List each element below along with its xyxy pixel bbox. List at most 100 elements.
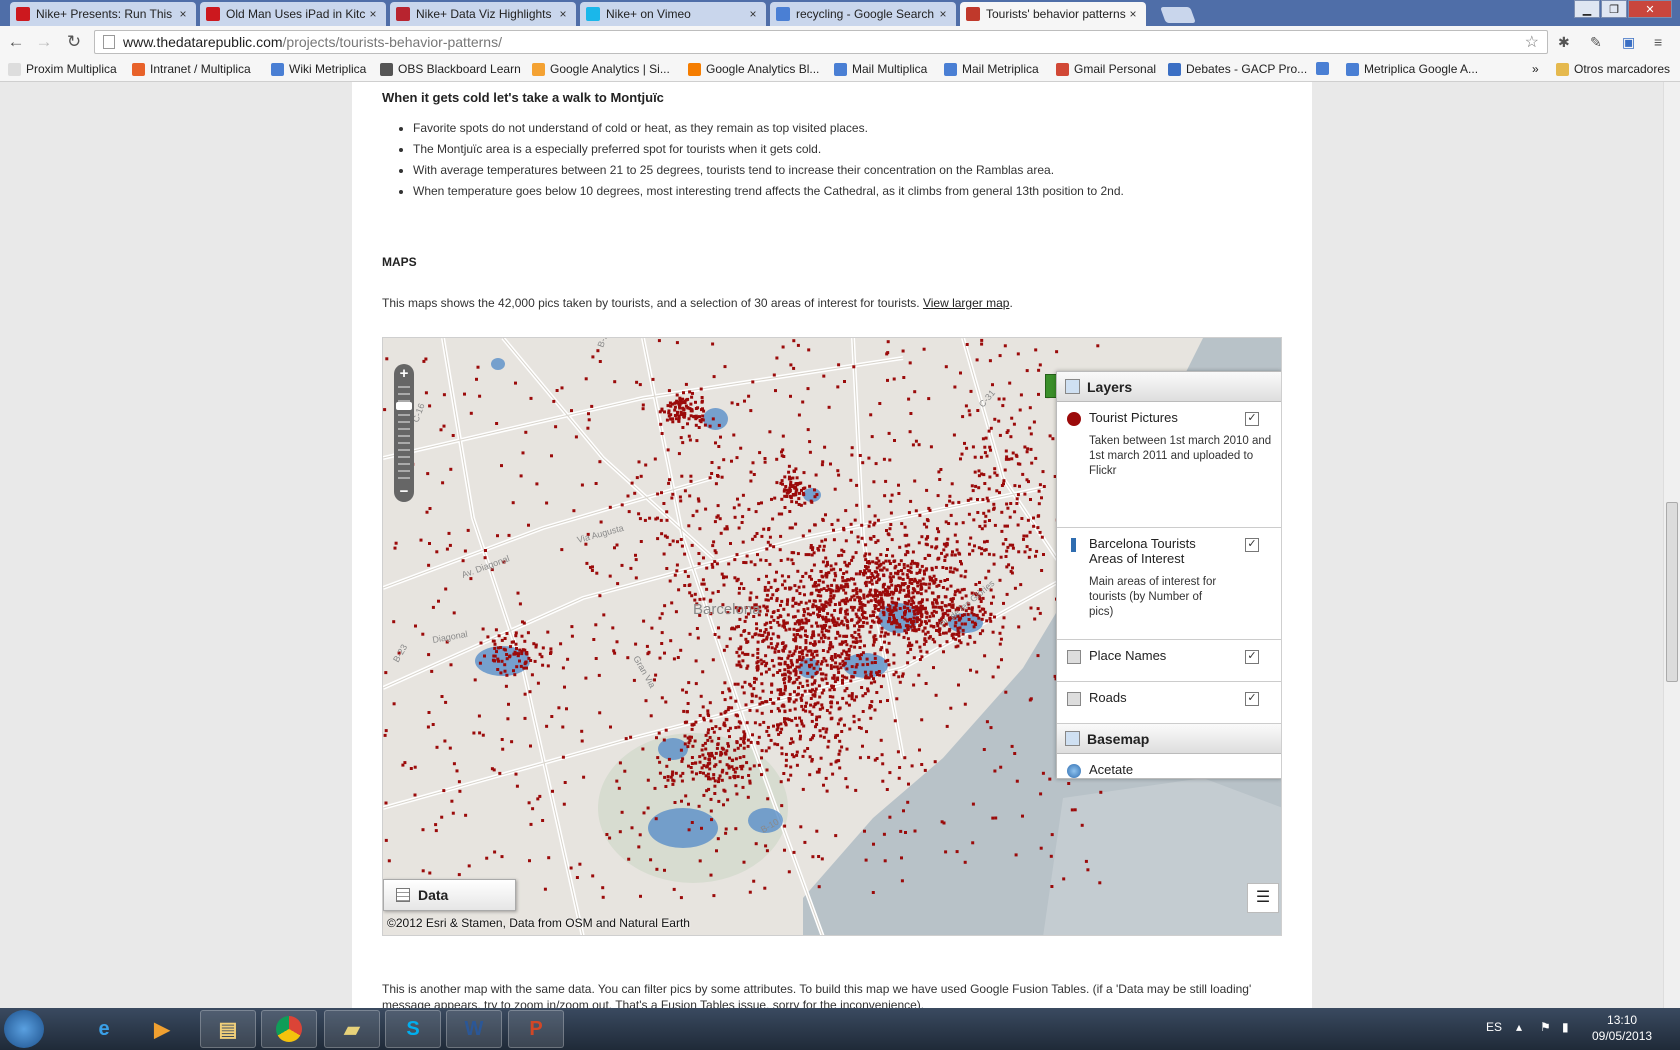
photo-dot [1027, 555, 1031, 559]
tourist-pictures-map[interactable]: Barcelona Via Augusta Av. Diagonal Diagonal… [382, 337, 1282, 936]
photo-dot [796, 692, 800, 696]
photo-dot [764, 654, 768, 658]
photo-dot [860, 686, 864, 689]
skype-icon[interactable]: S [385, 1010, 441, 1048]
maximize-button[interactable]: ❐ [1601, 0, 1627, 18]
scrollbar[interactable] [1663, 82, 1680, 1008]
extension-icon[interactable]: ✎ [1590, 34, 1602, 51]
photo-dot [722, 583, 726, 587]
photo-dot [720, 770, 724, 774]
new-tab-button[interactable] [1160, 7, 1196, 23]
bookmark-item[interactable]: Mail Metriplica [944, 62, 1039, 76]
internet-explorer-icon[interactable]: e [76, 1010, 132, 1048]
bookmark-item[interactable]: Proxim Multiplica [8, 62, 117, 76]
bookmark-item[interactable]: Gmail Personal [1056, 62, 1156, 76]
photo-dot [887, 586, 891, 589]
tab-close-icon[interactable]: × [936, 7, 950, 21]
bookmark-item[interactable]: Wiki Metriplica [271, 62, 366, 76]
layer-checkbox[interactable]: ✓ [1245, 538, 1259, 552]
tray-expand-icon[interactable]: ▴ [1516, 1020, 1522, 1034]
photo-dot [829, 717, 833, 721]
word-icon[interactable]: W [446, 1010, 502, 1048]
basemap-acetate[interactable]: Acetate [1057, 754, 1281, 794]
zoom-out-button[interactable]: − [394, 483, 414, 501]
photo-dot [916, 612, 920, 615]
powerpoint-icon[interactable]: P [508, 1010, 564, 1048]
tab-close-icon[interactable]: × [366, 7, 380, 21]
minimize-button[interactable]: ▁ [1574, 0, 1600, 18]
start-button[interactable] [4, 1010, 44, 1048]
other-bookmarks-label: Otros marcadores [1574, 62, 1671, 76]
photo-dot [752, 473, 756, 476]
bookmark-item[interactable]: Google Analytics Bl... [688, 62, 819, 76]
bookmark-item[interactable]: Intranet / Multiplica [132, 62, 251, 76]
browser-tab[interactable]: Tourists' behavior patterns × [960, 2, 1146, 26]
browser-tab[interactable]: Nike+ Presents: Run This ! × [10, 2, 196, 26]
photo-dot [812, 611, 815, 615]
action-center-icon[interactable]: ⚑ [1540, 1020, 1551, 1034]
photo-dot [613, 546, 616, 550]
browser-tab[interactable]: Nike+ on Vimeo × [580, 2, 766, 26]
findings-list: Favorite spots do not understand of cold… [385, 118, 1124, 202]
tab-close-icon[interactable]: × [176, 7, 190, 21]
bookmarks-overflow[interactable]: » [1532, 62, 1539, 76]
photo-dot [829, 762, 833, 766]
tab-close-icon[interactable]: × [746, 7, 760, 21]
legend-list-icon[interactable]: ☰ [1247, 883, 1279, 913]
menu-icon[interactable]: ≡ [1654, 34, 1662, 50]
layer-checkbox[interactable]: ✓ [1245, 650, 1259, 664]
bookmark-item[interactable]: Mail Multiplica [834, 62, 927, 76]
language-indicator[interactable]: ES [1486, 1020, 1502, 1034]
scrollbar-thumb[interactable] [1666, 502, 1678, 682]
photo-dot [919, 649, 923, 653]
browser-tab[interactable]: recycling - Google Search × [770, 2, 956, 26]
photo-dot [799, 671, 803, 675]
system-clock[interactable]: 13:10 09/05/2013 [1592, 1012, 1652, 1044]
back-icon[interactable]: ← [6, 32, 26, 52]
photo-dot [830, 613, 834, 617]
address-bar[interactable]: www.thedatarepublic.com/projects/tourist… [94, 30, 1548, 54]
photo-dot [529, 396, 533, 400]
photo-dot [820, 691, 824, 695]
photo-dot [949, 706, 953, 710]
photo-dot [905, 573, 909, 577]
data-button[interactable]: Data [383, 879, 516, 911]
zoom-slider-handle[interactable] [396, 402, 412, 410]
layer-checkbox[interactable]: ✓ [1245, 692, 1259, 706]
photo-dot [833, 609, 837, 612]
bookmark-star-icon[interactable]: ☆ [1525, 32, 1539, 52]
extension-icon[interactable]: ✱ [1558, 34, 1570, 51]
browser-tab[interactable]: Nike+ Data Viz Highlights × [390, 2, 576, 26]
browser-tab[interactable]: Old Man Uses iPad in Kitc × [200, 2, 386, 26]
photo-dot [729, 696, 733, 700]
bookmark-item[interactable]: Google Analytics | Si... [532, 62, 670, 76]
photo-dot [824, 629, 828, 633]
file-explorer-icon[interactable]: ▤ [200, 1010, 256, 1048]
tab-close-icon[interactable]: × [1126, 7, 1140, 21]
photo-dot [832, 665, 836, 669]
photo-dot [865, 657, 869, 661]
photo-dot [741, 651, 745, 655]
photo-dot [897, 675, 901, 679]
view-larger-map-link[interactable]: View larger map [923, 296, 1009, 310]
forward-icon[interactable]: → [34, 32, 54, 52]
zoom-in-button[interactable]: + [394, 365, 414, 383]
bookmark-item[interactable]: Debates - GACP Pro... [1168, 62, 1307, 76]
basemap-header[interactable]: Basemap [1057, 724, 1281, 754]
power-icon[interactable]: ▮ [1562, 1020, 1569, 1034]
tab-close-icon[interactable]: × [556, 7, 570, 21]
bookmark-item[interactable]: OBS Blackboard Learn [380, 62, 521, 76]
photo-dot [897, 492, 901, 495]
sticky-notes-icon[interactable]: ▰ [324, 1010, 380, 1048]
extension-icon[interactable]: ▣ [1622, 34, 1635, 51]
photo-dot [808, 710, 812, 714]
other-bookmarks[interactable]: Otros marcadores [1556, 62, 1670, 76]
chrome-icon[interactable] [261, 1010, 317, 1048]
bookmark-item[interactable] [1316, 62, 1334, 75]
bookmark-item[interactable]: Metriplica Google A... [1346, 62, 1478, 76]
reload-icon[interactable]: ↻ [64, 32, 84, 52]
close-window-button[interactable]: ✕ [1628, 0, 1672, 18]
layer-checkbox[interactable]: ✓ [1245, 412, 1259, 426]
media-player-icon[interactable]: ▶ [134, 1010, 190, 1048]
layers-header[interactable]: Layers [1057, 372, 1281, 402]
